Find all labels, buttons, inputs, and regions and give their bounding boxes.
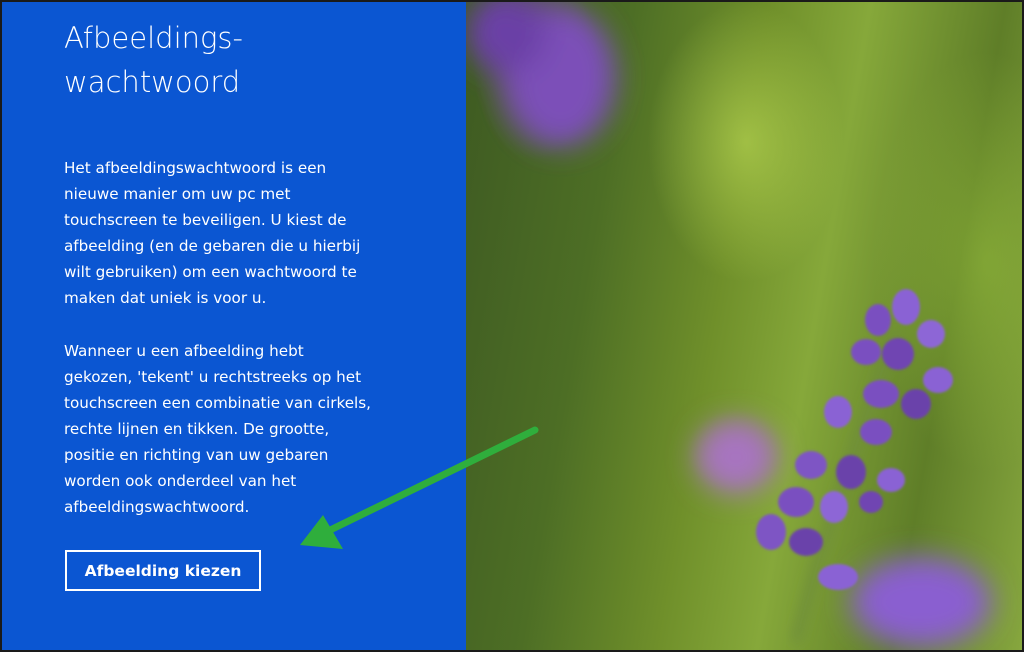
- instructions-line: rechte lijnen en tikken. De grootte,: [64, 420, 330, 438]
- picture-password-panel: Afbeeldings- wachtwoord Het afbeeldingsw…: [2, 2, 466, 650]
- picture-password-window: Afbeeldings- wachtwoord Het afbeeldingsw…: [0, 0, 1024, 652]
- choose-picture-button[interactable]: Afbeelding kiezen: [65, 550, 261, 591]
- page-title: Afbeeldings- wachtwoord: [64, 16, 444, 104]
- page-title-line: Afbeeldings-: [64, 21, 243, 55]
- lavender-background-image: [466, 2, 1022, 650]
- description-line: wilt gebruiken) om een wachtwoord te: [64, 263, 357, 281]
- description-line: nieuwe manier om uw pc met: [64, 185, 291, 203]
- instructions-line: gekozen, 'tekent' u rechtstreeks op het: [64, 368, 362, 386]
- instructions-line: worden ook onderdeel van het: [64, 472, 297, 490]
- description-paragraph: Het afbeeldingswachtwoord is een nieuwe …: [64, 155, 404, 311]
- description-line: Het afbeeldingswachtwoord is een: [64, 159, 327, 177]
- description-line: afbeelding (en de gebaren die u hierbij: [64, 237, 361, 255]
- instructions-line: afbeeldingswachtwoord.: [64, 498, 250, 516]
- description-line: maken dat uniek is voor u.: [64, 289, 267, 307]
- page-title-line: wachtwoord: [64, 65, 241, 99]
- instructions-line: Wanneer u een afbeelding hebt: [64, 342, 304, 360]
- instructions-line: positie en richting van uw gebaren: [64, 446, 329, 464]
- lavender-flower-illustration: [466, 2, 991, 647]
- instructions-line: touchscreen een combinatie van cirkels,: [64, 394, 371, 412]
- instructions-paragraph: Wanneer u een afbeelding hebt gekozen, '…: [64, 338, 404, 520]
- description-line: touchscreen te beveiligen. U kiest de: [64, 211, 347, 229]
